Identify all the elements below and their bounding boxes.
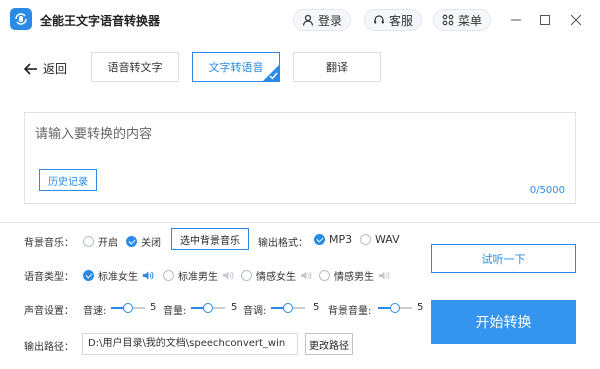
bg-music-on-radio[interactable]: 开启 bbox=[83, 234, 118, 249]
radio-label: 标准女生 bbox=[98, 272, 138, 283]
radio-on-indicator bbox=[314, 234, 325, 245]
bg-music-label: 背景音乐： bbox=[24, 238, 74, 249]
close-icon bbox=[571, 15, 581, 25]
tab-label: 文字转语音 bbox=[208, 61, 264, 74]
nav-bar: 返回 语音转文字 文字转语音 翻译 bbox=[0, 40, 600, 96]
minimize-icon bbox=[511, 19, 521, 21]
text-input-area[interactable]: 请输入要转换的内容 历史记录 0/5000 bbox=[24, 112, 576, 204]
close-button[interactable] bbox=[568, 12, 584, 28]
voice-type-label: 语音类型： bbox=[24, 272, 74, 283]
radio-off-indicator bbox=[241, 270, 252, 281]
tab-label: 语音转文字 bbox=[107, 61, 163, 74]
radio-label: 开启 bbox=[98, 238, 118, 249]
radio-label: 情感男生 bbox=[334, 272, 374, 283]
app-title: 全能王文字语音转换器 bbox=[40, 14, 161, 28]
speed-slider[interactable] bbox=[111, 301, 145, 315]
app-logo bbox=[10, 8, 32, 30]
radio-on-indicator bbox=[83, 270, 94, 281]
radio-off-indicator bbox=[360, 234, 371, 245]
tab-translate[interactable]: 翻译 bbox=[293, 52, 381, 82]
minimize-button[interactable] bbox=[508, 12, 524, 28]
tab-text-to-speech[interactable]: 文字转语音 bbox=[192, 52, 280, 82]
sound-settings-label: 声音设置： bbox=[24, 306, 74, 317]
speaker-icon[interactable] bbox=[142, 270, 154, 281]
change-path-button[interactable]: 更改路径 bbox=[305, 333, 353, 355]
volume-value: 5 bbox=[231, 302, 238, 313]
slider-handle[interactable] bbox=[123, 303, 133, 313]
pitch-label: 音调: bbox=[243, 306, 267, 317]
radio-label: WAV bbox=[375, 233, 400, 246]
headset-icon bbox=[374, 15, 384, 24]
radio-on-indicator bbox=[126, 236, 137, 247]
radio-label: 关闭 bbox=[141, 238, 161, 249]
maximize-icon bbox=[540, 15, 550, 25]
radio-label: MP3 bbox=[329, 233, 353, 246]
slider-handle[interactable] bbox=[390, 303, 400, 313]
bg-volume-value: 5 bbox=[417, 302, 424, 313]
divider bbox=[0, 222, 600, 223]
user-icon bbox=[302, 14, 314, 26]
maximize-button[interactable] bbox=[537, 12, 553, 28]
menu-label: 菜单 bbox=[458, 13, 483, 28]
radio-off-indicator bbox=[319, 270, 330, 281]
menu-button[interactable]: 菜单 bbox=[433, 9, 492, 31]
speaker-icon[interactable] bbox=[300, 270, 312, 281]
voice-std-male-radio[interactable]: 标准男生 bbox=[163, 268, 234, 283]
speaker-icon[interactable] bbox=[378, 270, 390, 281]
volume-label: 音量: bbox=[163, 306, 187, 317]
speed-label: 音速: bbox=[83, 306, 107, 317]
format-mp3-radio[interactable]: MP3 bbox=[314, 233, 352, 246]
login-label: 登录 bbox=[318, 13, 343, 28]
preview-button[interactable]: 试听一下 bbox=[431, 244, 576, 273]
bg-volume-label: 背景音量: bbox=[328, 306, 372, 317]
back-label: 返回 bbox=[43, 62, 68, 76]
service-button[interactable]: 客服 bbox=[364, 9, 423, 31]
check-icon bbox=[269, 72, 278, 80]
radio-off-indicator bbox=[83, 236, 94, 247]
speaker-icon[interactable] bbox=[222, 270, 234, 281]
pitch-slider[interactable] bbox=[271, 301, 305, 315]
voice-std-female-radio[interactable]: 标准女生 bbox=[83, 268, 154, 283]
text-input-placeholder: 请输入要转换的内容 bbox=[35, 127, 153, 142]
output-format-label: 输出格式： bbox=[258, 238, 308, 249]
bg-volume-slider[interactable] bbox=[378, 301, 412, 315]
format-wav-radio[interactable]: WAV bbox=[360, 233, 400, 246]
radio-off-indicator bbox=[163, 270, 174, 281]
arrow-left-icon bbox=[24, 62, 37, 75]
radio-label: 标准男生 bbox=[178, 272, 218, 283]
select-bg-music-button[interactable]: 选中背景音乐 bbox=[171, 228, 249, 250]
history-button[interactable]: 历史记录 bbox=[39, 169, 97, 191]
start-convert-button[interactable]: 开始转换 bbox=[431, 300, 576, 344]
title-bar: 全能王文字语音转换器 登录 客服 菜单 bbox=[0, 0, 600, 40]
grid-icon bbox=[442, 14, 454, 26]
speed-value: 5 bbox=[150, 302, 157, 313]
pitch-value: 5 bbox=[313, 302, 320, 313]
voice-emo-female-radio[interactable]: 情感女生 bbox=[241, 268, 312, 283]
back-button[interactable]: 返回 bbox=[24, 60, 67, 77]
bg-music-off-radio[interactable]: 关闭 bbox=[126, 234, 161, 249]
slider-handle[interactable] bbox=[203, 303, 213, 313]
tab-label: 翻译 bbox=[326, 61, 348, 74]
voice-emo-male-radio[interactable]: 情感男生 bbox=[319, 268, 390, 283]
slider-handle[interactable] bbox=[283, 303, 293, 313]
service-label: 客服 bbox=[389, 13, 414, 28]
volume-slider[interactable] bbox=[191, 301, 225, 315]
char-counter: 0/5000 bbox=[529, 185, 565, 196]
output-path-label: 输出路径： bbox=[24, 342, 74, 353]
output-path-input[interactable]: D:\用户目录\我的文档\speechconvert_win bbox=[82, 333, 298, 355]
tab-speech-to-text[interactable]: 语音转文字 bbox=[91, 52, 179, 82]
login-button[interactable]: 登录 bbox=[293, 9, 352, 31]
radio-label: 情感女生 bbox=[256, 272, 296, 283]
